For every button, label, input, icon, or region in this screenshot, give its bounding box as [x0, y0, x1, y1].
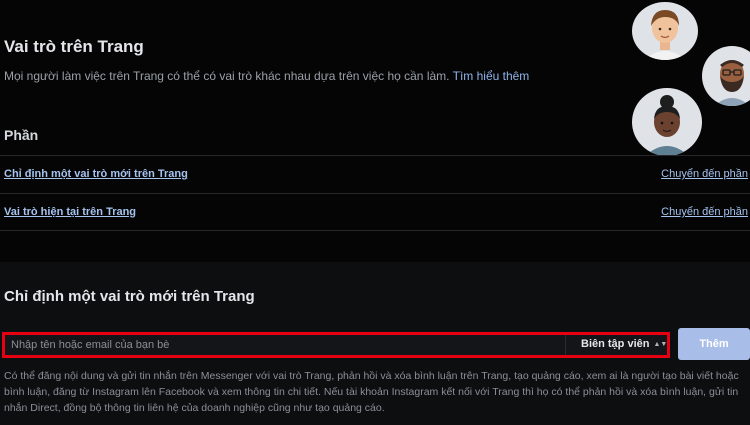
friend-name-or-email-input[interactable]	[11, 339, 551, 351]
assign-role-highlight-box: Biên tập viên▲▼	[2, 332, 670, 358]
learn-more-link[interactable]: Tìm hiểu thêm	[453, 69, 530, 83]
section-link-assign-role[interactable]: Chỉ định một vai trò mới trên Trang	[4, 168, 188, 180]
role-dropdown-value: Biên tập viên	[581, 338, 650, 350]
go-to-section-link[interactable]: Chuyển đến phần	[661, 168, 748, 180]
go-to-section-link[interactable]: Chuyển đến phần	[661, 206, 748, 218]
sort-caret-icon: ▲▼	[653, 341, 668, 348]
sections-heading: Phần	[4, 127, 39, 143]
section-row-assign-role: Chỉ định một vai trò mới trên Trang Chuy…	[0, 155, 750, 193]
page-title: Vai trò trên Trang	[4, 37, 144, 56]
subtitle-text: Mọi người làm việc trên Trang có thể có …	[4, 69, 450, 83]
assign-role-heading: Chỉ định một vai trò mới trên Trang	[4, 288, 255, 305]
section-row-current-roles: Vai trò hiện tại trên Trang Chuyển đến p…	[0, 193, 750, 231]
page-subtitle: Mọi người làm việc trên Trang có thể có …	[4, 69, 529, 83]
avatar-man-icon	[632, 2, 698, 60]
role-dropdown[interactable]: Biên tập viên ▲▼	[565, 335, 667, 355]
section-link-current-roles[interactable]: Vai trò hiện tại trên Trang	[4, 206, 136, 218]
avatar-woman-icon	[632, 88, 702, 156]
add-role-button[interactable]: Thêm	[678, 328, 750, 360]
role-description: Có thể đăng nội dung và gửi tin nhắn trê…	[4, 370, 739, 414]
